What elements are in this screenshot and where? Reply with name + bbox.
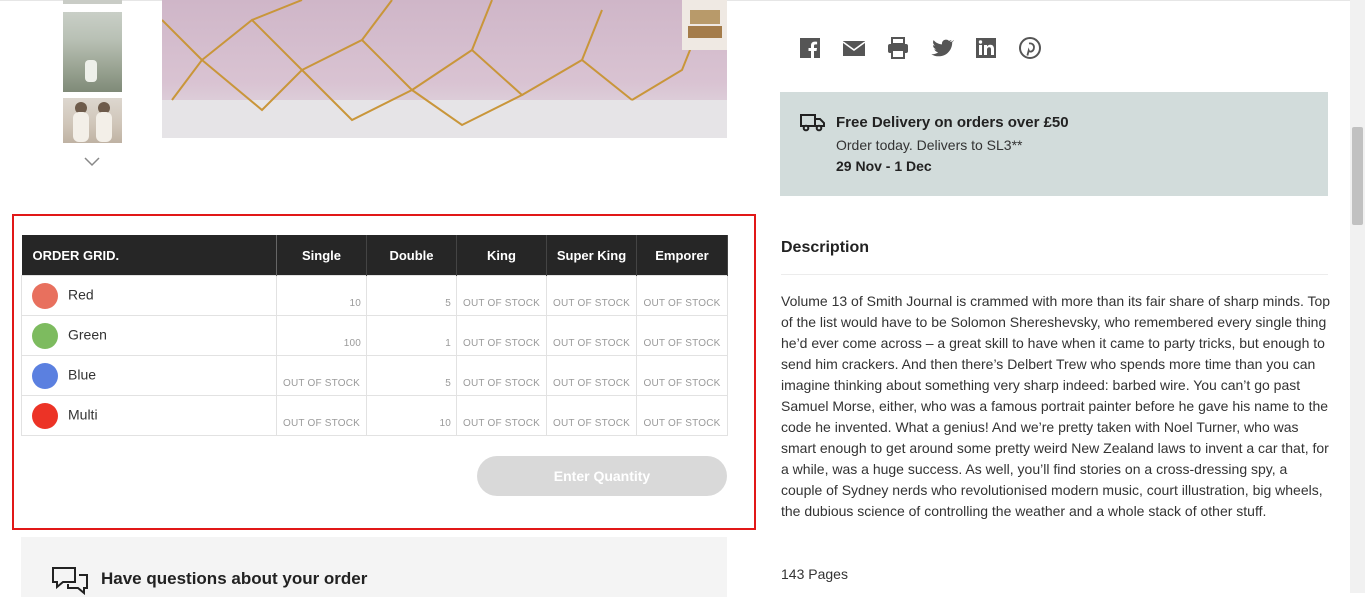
order-grid-table: ORDER GRID. Single Double King Super Kin… xyxy=(21,235,728,436)
stock-count: 5 xyxy=(445,378,451,389)
column-header: King xyxy=(456,235,547,276)
out-of-stock-cell: OUT OF STOCK xyxy=(636,355,728,396)
color-swatch xyxy=(32,282,58,309)
out-of-stock-cell: OUT OF STOCK xyxy=(636,395,728,436)
column-header: Double xyxy=(366,235,457,276)
stock-status: OUT OF STOCK xyxy=(643,418,721,429)
out-of-stock-cell: OUT OF STOCK xyxy=(276,395,367,436)
color-swatch xyxy=(32,402,58,429)
order-grid-header: ORDER GRID. Single Double King Super Kin… xyxy=(21,235,728,276)
order-grid-row: Blue OUT OF STOCK 5 OUT OF STOCK OUT OF STOC… xyxy=(21,355,728,396)
stock-status: OUT OF STOCK xyxy=(282,418,361,429)
stock-status: OUT OF STOCK xyxy=(462,418,541,429)
stock-count: 10 xyxy=(349,298,361,309)
print-icon[interactable] xyxy=(886,36,910,60)
order-grid-row: Green 100 1 OUT OF STOCK OUT OF STOCK OUT OF … xyxy=(21,315,728,356)
quantity-cell[interactable]: 100 xyxy=(276,315,367,356)
out-of-stock-cell: OUT OF STOCK xyxy=(546,275,637,316)
out-of-stock-cell: OUT OF STOCK xyxy=(456,275,547,316)
out-of-stock-cell: OUT OF STOCK xyxy=(636,275,728,316)
delivery-title: Free Delivery on orders over £50 xyxy=(836,114,1069,131)
stock-status: OUT OF STOCK xyxy=(643,338,721,349)
out-of-stock-cell: OUT OF STOCK xyxy=(456,355,547,396)
product-thumbnail[interactable] xyxy=(63,98,122,143)
chevron-down-icon[interactable] xyxy=(84,157,100,167)
stock-status: OUT OF STOCK xyxy=(643,378,721,389)
out-of-stock-cell: OUT OF STOCK xyxy=(546,355,637,396)
facebook-icon[interactable] xyxy=(798,36,822,60)
quantity-cell[interactable]: 5 xyxy=(366,275,457,316)
quantity-cell[interactable]: 1 xyxy=(366,315,457,356)
out-of-stock-cell: OUT OF STOCK xyxy=(456,395,547,436)
column-header: Single xyxy=(276,235,367,276)
column-header: Super King xyxy=(546,235,637,276)
description-body: Volume 13 of Smith Journal is crammed wi… xyxy=(781,293,1331,519)
stock-count: 10 xyxy=(439,418,451,429)
twitter-icon[interactable] xyxy=(930,36,954,60)
quantity-cell[interactable]: 10 xyxy=(276,275,367,316)
stock-count: 1 xyxy=(445,338,451,349)
page-count: 143 Pages xyxy=(781,566,848,582)
chat-bubbles-icon xyxy=(52,567,88,595)
color-option: Blue xyxy=(21,355,277,396)
color-option: Green xyxy=(21,315,277,356)
description-divider xyxy=(781,274,1328,275)
color-name: Blue xyxy=(68,366,97,383)
scrollbar-track[interactable] xyxy=(1350,0,1365,593)
color-swatch xyxy=(32,322,58,349)
product-thumbnail[interactable] xyxy=(63,12,122,92)
out-of-stock-cell: OUT OF STOCK xyxy=(456,315,547,356)
color-name: Green xyxy=(68,326,107,343)
out-of-stock-cell: OUT OF STOCK xyxy=(636,315,728,356)
stock-status: OUT OF STOCK xyxy=(552,338,631,349)
out-of-stock-cell: OUT OF STOCK xyxy=(546,315,637,356)
product-thumbnail[interactable] xyxy=(63,0,122,4)
stock-status: OUT OF STOCK xyxy=(462,378,541,389)
delivery-truck-icon xyxy=(800,114,825,132)
stock-status: OUT OF STOCK xyxy=(552,298,631,309)
linkedin-icon[interactable] xyxy=(974,36,998,60)
stock-status: OUT OF STOCK xyxy=(552,378,631,389)
column-header: ORDER GRID. xyxy=(21,235,277,276)
delivery-destination: Order today. Delivers to SL3** xyxy=(836,137,1023,153)
stock-count: 5 xyxy=(445,298,451,309)
description-heading: Description xyxy=(781,239,870,256)
questions-panel: Have questions about your order xyxy=(21,537,727,597)
column-header: Emporer xyxy=(636,235,728,276)
pinterest-icon[interactable] xyxy=(1018,36,1042,60)
quantity-cell[interactable]: 10 xyxy=(366,395,457,436)
order-grid-row: Red 10 5 OUT OF STOCK OUT OF STOCK OUT OF STO… xyxy=(21,275,728,316)
delivery-info-box: Free Delivery on orders over £50 Order t… xyxy=(780,92,1328,196)
stock-status: OUT OF STOCK xyxy=(552,418,631,429)
out-of-stock-cell: OUT OF STOCK xyxy=(276,355,367,396)
stock-status: OUT OF STOCK xyxy=(462,298,541,309)
out-of-stock-cell: OUT OF STOCK xyxy=(546,395,637,436)
color-option: Red xyxy=(21,275,277,316)
enter-quantity-button[interactable]: Enter Quantity xyxy=(477,456,727,496)
order-grid-row: Multi OUT OF STOCK 10 OUT OF STOCK OUT OF ST… xyxy=(21,395,728,436)
questions-title: Have questions about your order xyxy=(101,569,368,588)
stock-status: OUT OF STOCK xyxy=(282,378,361,389)
stock-status: OUT OF STOCK xyxy=(462,338,541,349)
quantity-cell[interactable]: 5 xyxy=(366,355,457,396)
product-main-image xyxy=(162,0,727,138)
scrollbar-thumb[interactable] xyxy=(1352,127,1363,225)
stock-count: 100 xyxy=(343,338,361,349)
color-option: Multi xyxy=(21,395,277,436)
color-name: Red xyxy=(68,286,94,303)
delivery-dates: 29 Nov - 1 Dec xyxy=(836,158,932,174)
color-name: Multi xyxy=(68,406,98,423)
email-icon[interactable] xyxy=(842,36,866,60)
stock-status: OUT OF STOCK xyxy=(643,298,721,309)
color-swatch xyxy=(32,362,58,389)
